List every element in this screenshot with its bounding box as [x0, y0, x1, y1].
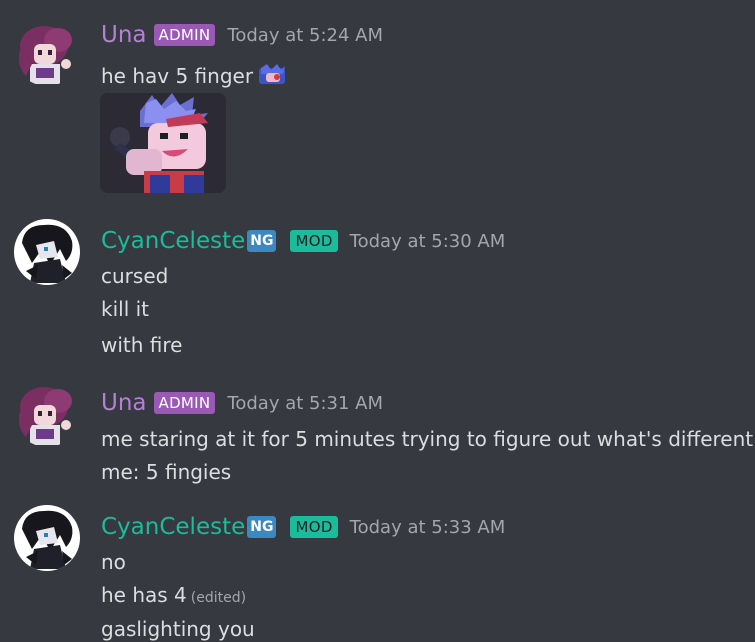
una-avatar-image: [14, 20, 80, 86]
ng-emoji-badge: NG: [247, 516, 277, 538]
avatar[interactable]: [14, 505, 80, 571]
message-line: gaslighting you: [101, 617, 255, 641]
message-line: no: [101, 550, 126, 574]
message-line: he has 4 (edited): [101, 582, 246, 611]
avatar[interactable]: [14, 381, 80, 447]
una-avatar-image: [14, 381, 80, 447]
message-header: Una ADMIN Today at 5:24 AM: [101, 20, 383, 50]
username[interactable]: Una: [101, 388, 147, 418]
timestamp: Today at 5:24 AM: [227, 24, 383, 46]
message-header: CyanCeleste NG MOD Today at 5:30 AM: [101, 226, 505, 256]
message-header: Una ADMIN Today at 5:31 AM: [101, 388, 383, 418]
message-line: me: 5 fingies: [101, 460, 232, 484]
cyanceleste-avatar-image: [14, 219, 80, 285]
cyanceleste-avatar-image: [14, 505, 80, 571]
message-text: he hav 5 finger: [101, 63, 287, 89]
message-line: he hav 5 finger: [101, 64, 254, 88]
message-line: me staring at it for 5 minutes trying to…: [101, 427, 754, 451]
role-badge: MOD: [290, 230, 338, 252]
message-header: CyanCeleste NG MOD Today at 5:33 AM: [101, 512, 505, 542]
message-line: with fire: [101, 333, 183, 357]
role-badge: MOD: [290, 516, 338, 538]
image-attachment[interactable]: [100, 93, 226, 193]
username[interactable]: CyanCeleste: [101, 226, 245, 256]
edited-label: (edited): [190, 590, 247, 606]
avatar[interactable]: [14, 219, 80, 285]
username[interactable]: Una: [101, 20, 147, 50]
boyfriend-image: [100, 93, 226, 193]
timestamp: Today at 5:33 AM: [349, 516, 506, 538]
boyfriend-emoji-icon: [257, 64, 287, 86]
message-line: cursed: [101, 264, 169, 288]
message-line-text: he has 4: [101, 583, 187, 607]
avatar[interactable]: [14, 20, 80, 86]
role-badge: ADMIN: [153, 24, 216, 46]
timestamp: Today at 5:31 AM: [227, 392, 383, 414]
username[interactable]: CyanCeleste: [101, 512, 245, 542]
message-line: kill it: [101, 297, 150, 321]
ng-emoji-badge: NG: [247, 230, 277, 252]
timestamp: Today at 5:30 AM: [349, 230, 506, 252]
role-badge: ADMIN: [153, 392, 216, 414]
